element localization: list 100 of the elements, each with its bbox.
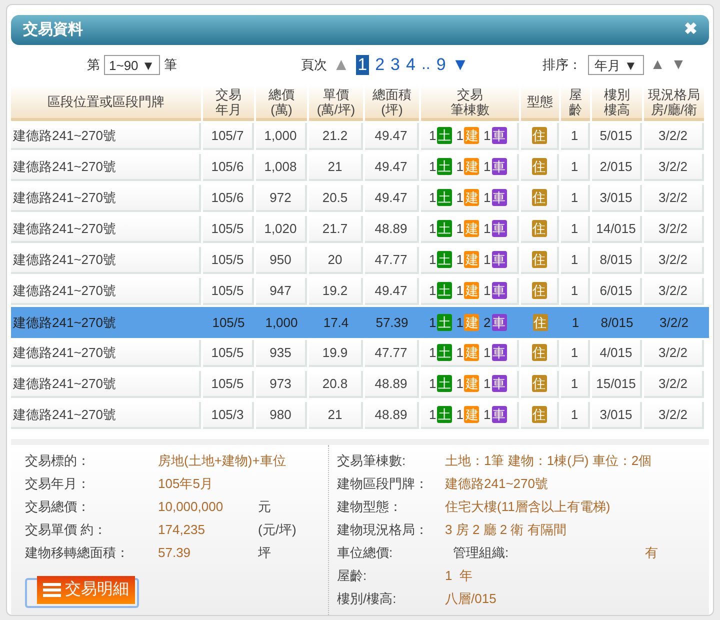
table-cell: 3/2/2 [644, 216, 704, 243]
table-cell: 105/3 [203, 402, 254, 429]
table-cell: 3/015 [592, 185, 642, 212]
range-dropdown[interactable]: 1~90 ▼ [104, 55, 160, 75]
count-text: 1 [483, 220, 491, 238]
range-label: 第 [87, 56, 100, 74]
category-badge: 建 [464, 158, 480, 175]
table-cell: 48.89 [365, 216, 419, 243]
page-link[interactable]: 1 [356, 55, 370, 75]
detail-label: 交易年月： [25, 474, 91, 493]
table-row[interactable]: 建德路241~270號 105/3 980 21 48.89 1土 1建 1車 住 1 3/015 3/2/2 [11, 400, 709, 431]
count-text: 1 [429, 406, 436, 424]
window-title: 交易資料 [23, 20, 83, 40]
page-link[interactable]: 2 [375, 55, 385, 75]
sort-descending-button[interactable]: ▼ [671, 54, 686, 76]
table-cell: 8/015 [592, 247, 642, 274]
column-header[interactable]: 樓別樓高 [592, 85, 642, 121]
table-cell: 1 [561, 278, 590, 305]
table-row[interactable]: 建德路241~270號 105/5 1,020 21.7 48.89 1土 1建 1車 住 1 14/015 3/2/2 [11, 214, 709, 245]
table-row[interactable]: 建德路241~270號 105/5 973 20.8 48.89 1土 1建 1車 住 1 15/015 3/2/2 [11, 369, 709, 400]
category-badge: 土 [437, 282, 452, 299]
table-cell: 1 [561, 154, 590, 181]
count-text: 1 [456, 126, 464, 145]
table-row[interactable]: 建德路241~270號 105/5 1,000 17.4 57.39 1土 1建 2車 住 1 8/015 3/2/2 [11, 307, 709, 338]
page-link[interactable]: 4 [406, 55, 416, 75]
page-link[interactable]: 9 [436, 55, 446, 75]
table-cell: 105/5 [203, 216, 254, 243]
table-cell: 3/2/2 [644, 185, 704, 212]
type-badge: 住 [532, 127, 546, 144]
detail-label: 交易總價： [25, 498, 91, 516]
category-badge: 車 [492, 251, 507, 268]
count-text: 1 [483, 282, 491, 300]
table-cell: 49.47 [365, 154, 419, 181]
count-text: 1 [429, 158, 436, 176]
detail-label: 建物現況格局： [337, 520, 429, 539]
table-cell: 1 [561, 185, 590, 212]
detail-value: 有 [645, 544, 658, 562]
column-header[interactable]: 單價 (萬/坪) [309, 85, 363, 121]
table-row[interactable]: 建德路241~270號 105/6 972 20.5 49.47 1土 1建 1車 住 1 3/015 3/2/2 [11, 183, 709, 214]
count-text: 1 [483, 406, 491, 424]
table-cell: 973 [256, 371, 307, 398]
unit-label: (元/坪) [258, 520, 296, 539]
category-badge: 建 [464, 344, 480, 361]
table-cell: 6/015 [592, 278, 642, 305]
category-badge: 土 [437, 406, 452, 423]
category-badge: 車 [492, 344, 507, 361]
type-badge: 住 [532, 282, 546, 299]
sort-ascending-button[interactable]: ▲ [650, 54, 665, 76]
table-row[interactable]: 建德路241~270號 105/5 935 19.9 47.77 1土 1建 1車 住 1 4/015 3/2/2 [11, 338, 709, 369]
count-text: 1 [429, 314, 436, 332]
table-row[interactable]: 建德路241~270號 105/7 1,000 21.2 49.47 1土 1建 1車 住 1 5/015 3/2/2 [11, 121, 709, 152]
detail-label: 建物型態： [337, 498, 403, 516]
column-header[interactable]: 總面積 (坪) [365, 85, 419, 121]
table-cell: 105/5 [203, 278, 254, 305]
category-badge: 土 [437, 344, 452, 361]
table-cell: 3/2/2 [644, 278, 704, 305]
table-cell: 105/7 [203, 123, 254, 150]
type-badge: 住 [532, 220, 546, 237]
table-row[interactable]: 建德路241~270號 105/6 1,008 21 49.47 1土 1建 1車 住 1 2/015 3/2/2 [11, 152, 709, 183]
column-header[interactable]: 交易筆棟數 [421, 85, 519, 121]
column-header[interactable]: 交易年月 [203, 85, 254, 121]
range-label: 筆 [164, 56, 177, 74]
table-cell: 5/015 [592, 123, 642, 150]
table-cell: 14/015 [592, 216, 642, 243]
table-cell: 1 [561, 340, 590, 367]
table-cell: 建德路241~270號 [11, 402, 201, 429]
table-cell: 3/2/2 [644, 123, 704, 150]
category-badge: 車 [492, 127, 507, 144]
column-header[interactable]: 現況格局房/廳/衛 [644, 85, 704, 121]
table-cell: 建德路241~270號 [11, 123, 201, 150]
sort-dropdown[interactable]: 年月 ▼ [588, 55, 644, 75]
count-text: 1 [456, 250, 464, 269]
page-link[interactable]: 3 [390, 55, 400, 75]
table-cell: 15/015 [592, 371, 642, 398]
page-ellipsis: .. [421, 55, 430, 75]
column-header[interactable]: 型態 [521, 85, 559, 121]
type-badge: 住 [532, 406, 546, 423]
count-text: 1 [429, 220, 436, 238]
detail-label: 管理組織: [453, 544, 510, 562]
table-cell: 20.5 [309, 185, 363, 212]
category-badge: 車 [492, 220, 507, 237]
table-cell: 21 [309, 402, 363, 429]
column-header[interactable]: 區段位置或區段門牌 [11, 85, 201, 121]
type-badge: 住 [532, 314, 548, 331]
table-cell: 21 [309, 154, 363, 181]
unit-label: 坪 [258, 544, 271, 562]
count-text: 1 [456, 344, 464, 362]
table-cell: 105/5 [203, 247, 254, 274]
table-row[interactable]: 建德路241~270號 105/5 947 19.2 49.47 1土 1建 1車 住 1 6/015 3/2/2 [11, 276, 709, 307]
detail-value: 建德路241~270號 [445, 474, 548, 493]
category-badge: 車 [492, 189, 507, 206]
count-text: 1 [429, 250, 436, 269]
table-cell: 950 [256, 247, 307, 274]
count-text: 1 [456, 188, 464, 207]
column-header[interactable]: 總價 (萬) [256, 85, 307, 121]
next-page-button[interactable]: ▼ [452, 52, 469, 78]
category-badge: 建 [464, 127, 480, 144]
column-header[interactable]: 屋齡 [561, 85, 590, 121]
table-row[interactable]: 建德路241~270號 105/5 950 20 47.77 1土 1建 1車 住 1 8/015 3/2/2 [11, 245, 709, 276]
table-cell: 935 [256, 340, 307, 367]
